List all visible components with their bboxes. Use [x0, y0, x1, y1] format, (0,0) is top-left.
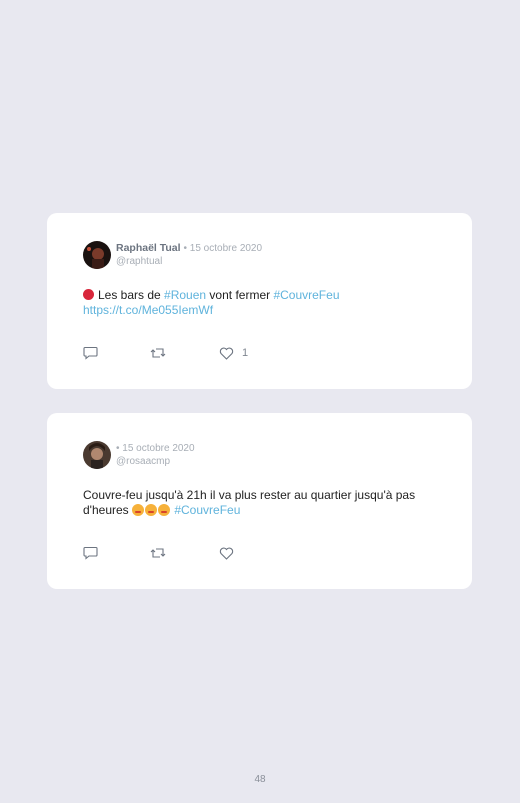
reply-button[interactable]	[83, 345, 98, 361]
retweet-button[interactable]	[150, 545, 166, 561]
reply-icon	[83, 346, 98, 360]
tweet-header: • 15 octobre 2020 @rosaacmp	[116, 442, 195, 468]
tweet-date[interactable]: • 15 octobre 2020	[116, 443, 195, 454]
avatar[interactable]	[83, 241, 111, 269]
reply-button[interactable]	[83, 545, 98, 561]
retweet-icon	[150, 348, 166, 358]
tweet-date[interactable]: • 15 octobre 2020	[184, 243, 263, 254]
tweet-actions: 1	[83, 345, 383, 361]
like-button[interactable]: 1	[219, 345, 248, 361]
party-face-emoji-icon	[132, 504, 144, 516]
like-button[interactable]	[219, 545, 234, 561]
party-face-emoji-icon	[145, 504, 157, 516]
hashtag-link[interactable]: #CouvreFeu	[273, 288, 339, 302]
tweet-header: Raphaël Tual • 15 octobre 2020 @raphtual	[116, 242, 262, 268]
heart-icon	[219, 347, 234, 360]
tweet-actions	[83, 545, 383, 561]
party-face-emoji-icon	[158, 504, 170, 516]
hashtag-link[interactable]: #Rouen	[164, 288, 206, 302]
retweet-icon	[150, 548, 166, 558]
url-link[interactable]: https://t.co/Me055IemWf	[83, 303, 213, 317]
hashtag-link[interactable]: #CouvreFeu	[174, 503, 240, 517]
like-count: 1	[242, 347, 249, 359]
retweet-button[interactable]	[150, 345, 166, 361]
author-name[interactable]: Raphaël Tual	[116, 242, 181, 254]
tweet-text: Couvre-feu jusqu'à 21h il va plus rester…	[83, 488, 416, 517]
author-handle[interactable]: @raphtual	[116, 255, 262, 268]
tweet-card[interactable]: • 15 octobre 2020 @rosaacmp Couvre-feu j…	[47, 413, 472, 589]
tweet-card[interactable]: Raphaël Tual • 15 octobre 2020 @raphtual…	[47, 213, 472, 389]
heart-icon	[219, 547, 234, 560]
tweet-text: Les bars de #Rouen vont fermer #CouvreFe…	[83, 288, 340, 317]
page-number: 48	[254, 774, 266, 785]
stop-sign-emoji-icon	[83, 289, 94, 300]
author-handle[interactable]: @rosaacmp	[116, 455, 195, 468]
avatar[interactable]	[83, 441, 111, 469]
reply-icon	[83, 546, 98, 560]
